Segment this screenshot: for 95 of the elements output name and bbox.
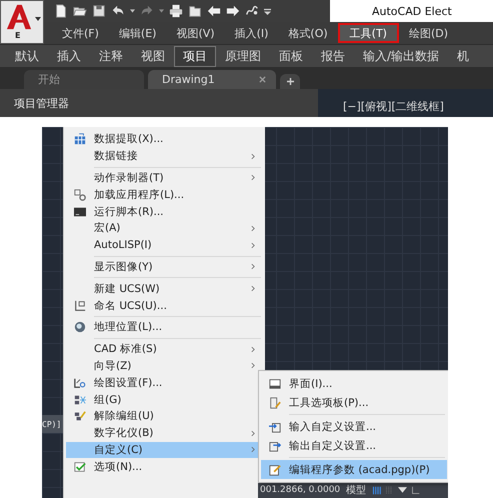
caret-icon[interactable] [398,486,408,495]
ribbon-tab[interactable]: 报告 [312,46,354,66]
plus-icon [286,78,294,85]
menu-item-label: 数字化仪(B) [94,426,154,440]
submenu-item-label: 界面(I)... [289,376,334,390]
menu-bar-item[interactable]: 视图(V) [166,23,225,43]
customize-menu-icon[interactable] [264,8,271,14]
new-file-icon[interactable] [54,4,68,18]
menu-item-label: 自定义(C) [94,442,144,457]
menu-item[interactable]: 数据提取(X)... [66,131,263,148]
file-tab[interactable]: 开始 [24,70,144,89]
menu-item-label: 宏(A) [94,221,122,236]
submenu-item[interactable]: 输出自定义设置... [261,436,447,455]
menu-item-label: 数据链接 [94,149,139,164]
menu-item-label: 加载应用程序(L)... [94,188,186,202]
menu-item[interactable]: 命名 UCS(U)... [66,297,263,314]
ribbon-tab[interactable]: 项目 [174,46,216,66]
submenu-item[interactable]: 工具选项板(P)... [261,393,447,412]
menu-item-label: 新建 UCS(W) [94,282,161,296]
ribbon-tab[interactable]: 插入 [48,46,90,66]
menu-item[interactable]: 显示图像(Y) [66,258,263,276]
ribbon-tab[interactable]: 机 [448,46,478,66]
letter-a-logo-icon [5,4,33,30]
application-button[interactable]: E [0,0,44,44]
ribbon-tab[interactable]: 注释 [90,46,132,66]
palette-title: 项目管理器 [14,96,69,110]
corner-icon[interactable] [411,486,420,495]
menu-item[interactable]: 宏(A) [66,220,263,237]
menu-item-label: 选项(N)... [94,460,144,474]
menu-item-label: 组(G) [94,392,122,407]
dotted-grid-icon[interactable] [385,486,394,495]
submenu-item-label: 输出自定义设置... [289,438,378,452]
submenu-item[interactable]: 界面(I)... [261,374,447,393]
menu-item[interactable]: 动作录制器(T) [66,170,263,186]
ribbon-tab[interactable]: 面板 [270,46,312,66]
viewport-controls[interactable]: [−][俯视][二维线框] [343,99,444,114]
ribbon-tab[interactable]: 输入/输出数据 [354,46,448,66]
menu-bar-item[interactable]: 编辑(E) [108,23,166,43]
menu-bar-item[interactable]: 绘图(D) [398,23,458,43]
ribbon-tab[interactable]: 视图 [132,46,174,66]
new-tab-button[interactable] [280,74,300,89]
submenu-item[interactable]: 编辑程序参数 (acad.pgp)(P) [261,460,447,479]
application-letter: E [15,31,20,40]
menu-item-label: CAD 标准(S) [94,342,158,356]
coordinates-readout: 001.2866, 0.0000 [260,484,340,497]
window-title: AutoCAD Elect [372,4,452,18]
menu-item[interactable]: 运行脚本(R)... [66,203,263,220]
menu-item-label: 动作录制器(T) [94,170,165,185]
menu-item-label: 显示图像(Y) [94,260,154,274]
menu-item-label: 命名 UCS(U)... [94,298,168,313]
submenu-item-label: 工具选项板(P)... [289,396,370,410]
open-folder-icon[interactable] [73,4,87,18]
caret-icon [35,17,41,21]
export-icon [269,440,281,452]
menu-item[interactable]: 向导(Z) [66,358,263,374]
file-tab-label: Drawing1 [162,73,216,86]
close-icon[interactable] [259,76,266,83]
menu-bar-item[interactable]: 工具(T) [338,23,399,43]
window-icon [269,378,281,390]
forward-arrow-icon[interactable] [226,4,240,18]
menu-bar-item[interactable]: 文件(F) [52,23,109,43]
folder-icon[interactable] [188,4,202,18]
menu-item[interactable]: 加载应用程序(L)... [66,186,263,204]
file-tab-label: 开始 [38,72,61,87]
menu-bar-item[interactable]: 格式(O) [278,23,338,43]
submenu-item[interactable]: 输入自定义设置... [261,417,447,436]
palette-pencil-icon [269,396,281,408]
menu-item[interactable]: 数据链接 [66,148,263,165]
ribbon-tab[interactable]: 默认 [6,46,48,66]
menu-item[interactable]: AutoLISP(I) [66,236,263,254]
back-arrow-icon[interactable] [207,4,221,18]
menu-item-label: AutoLISP(I) [94,239,153,252]
menu-item-label: 绘图设置(F)... [94,376,164,390]
printer-icon[interactable] [169,4,183,18]
dropdown-caret-icon[interactable] [159,9,164,13]
menu-item[interactable]: 地理位置(L)... [66,318,263,336]
menu-item-label: 运行脚本(R)... [94,204,165,219]
menu-item-label: 解除编组(U) [94,409,155,424]
save-icon[interactable] [92,4,106,18]
grid-icon[interactable] [372,486,382,495]
menu-item[interactable]: CAD 标准(S) [66,340,263,358]
submenu-item-label: 输入自定义设置... [289,420,378,434]
model-space-button[interactable]: 模型 [344,483,368,498]
edit-document-icon [269,464,281,476]
import-icon [269,420,281,432]
dropdown-caret-icon[interactable] [130,9,135,13]
file-tab[interactable]: Drawing1 [148,70,276,89]
menu-item-label: 地理位置(L)... [94,320,164,334]
ribbon-tab[interactable]: 原理图 [216,46,270,66]
menu-item-label: 数据提取(X)... [94,132,164,146]
menu-item-label: 向导(Z) [94,358,132,373]
submenu-item-label: 编辑程序参数 (acad.pgp)(P) [289,462,431,476]
command-text: CP)] [42,420,62,428]
menu-bar-item[interactable]: 插入(I) [224,23,278,43]
menu-item[interactable]: 新建 UCS(W) [66,280,263,298]
